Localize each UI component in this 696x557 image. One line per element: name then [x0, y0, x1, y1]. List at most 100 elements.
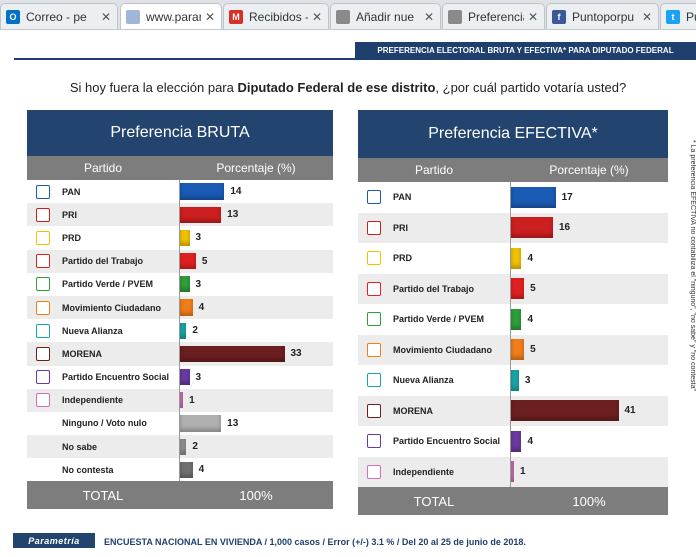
browser-tab-label: Puntoporpu [572, 10, 635, 24]
pri-logo [36, 207, 50, 222]
table-preferencia-bruta: Preferencia BRUTA Partido Porcentaje (%) PA… [27, 110, 333, 510]
twitter-icon: t [666, 10, 680, 24]
percent-cell: 4 [510, 304, 668, 335]
question-text-pre: Si hoy fuera la elección para [69, 80, 238, 95]
party-cell: No contesta [27, 458, 179, 481]
percent-bar [180, 345, 285, 363]
browser-tab[interactable]: O Correo - pe ✕ [0, 3, 118, 29]
table-row: Partido Verde / PVEM 4 [358, 304, 668, 335]
total-label: TOTAL [413, 493, 455, 509]
party-cell: MORENA [27, 342, 179, 365]
column-header-percent: Porcentaje (%) [216, 161, 296, 175]
percent-cell: 2 [179, 319, 333, 343]
party-name: No sabe [62, 441, 98, 452]
browser-tab[interactable]: Añadir nue ✕ [330, 3, 441, 29]
percent-bar [511, 247, 522, 269]
close-icon[interactable]: ✕ [641, 10, 653, 24]
close-icon[interactable]: ✕ [204, 10, 216, 24]
browser-tab[interactable]: f Puntoporpu ✕ [546, 3, 659, 29]
percent-bar [511, 400, 619, 422]
morena-logo [367, 403, 381, 418]
table-row: PRI 16 [358, 212, 668, 244]
percent-cell: 4 [510, 243, 668, 274]
percent-value: 4 [527, 252, 534, 264]
party-cell: Independiente [358, 457, 510, 488]
independiente-logo [36, 393, 50, 408]
close-icon[interactable]: ✕ [100, 10, 112, 24]
percent-bar [511, 186, 556, 208]
party-cell: Partido Verde / PVEM [358, 304, 510, 335]
percent-cell: 5 [179, 249, 333, 273]
outlook-icon: O [6, 10, 20, 24]
party-name: PRI [62, 209, 78, 220]
percent-cell: 1 [179, 388, 333, 412]
table-row: Ninguno / Voto nulo 13 [27, 411, 333, 436]
browser-tab[interactable]: t Pun [660, 3, 696, 29]
logo-placeholder [36, 416, 50, 430]
percent-value: 4 [527, 435, 534, 447]
browser-tab-label: Añadir nue [356, 10, 415, 24]
party-name: PRD [62, 232, 82, 243]
table-row: PRD 4 [358, 243, 668, 274]
browser-tab[interactable]: www.paramet✕ [120, 3, 222, 29]
column-header-party: Partido [83, 161, 123, 175]
column-header-party: Partido [414, 163, 454, 177]
party-cell: Nueva Alianza [358, 365, 510, 396]
party-cell: PAN [27, 180, 179, 203]
party-cell: PAN [358, 182, 510, 213]
party-name: No contesta [62, 464, 114, 475]
percent-bar [180, 276, 190, 293]
percent-cell: 1 [510, 456, 668, 487]
pes-logo [36, 370, 50, 385]
pt-logo [36, 254, 50, 269]
party-name: MORENA [62, 348, 102, 359]
morena-logo [36, 346, 50, 361]
percent-cell: 3 [179, 226, 333, 250]
percent-value: 33 [290, 348, 302, 360]
survey-question: Si hoy fuera la elección para Diputado F… [0, 80, 696, 95]
logo-placeholder [36, 440, 50, 454]
table-row: Independiente 1 [358, 456, 668, 488]
percent-value: 13 [227, 209, 239, 221]
party-name: Movimiento Ciudadano [393, 344, 492, 355]
table-row: PRI 13 [27, 203, 333, 227]
pri-logo [367, 220, 381, 235]
pvem-logo [36, 277, 50, 292]
party-name: Independiente [393, 466, 455, 477]
party-name: PAN [393, 192, 412, 203]
prd-logo [367, 251, 381, 266]
party-name: Partido Encuentro Social [393, 436, 501, 447]
close-icon[interactable]: ✕ [527, 10, 539, 24]
percent-bar [511, 217, 553, 239]
party-cell: PRI [358, 213, 510, 244]
logo-text: Parametría [28, 535, 80, 546]
percent-bar [180, 183, 225, 200]
percent-bar [180, 368, 190, 386]
percent-bar [511, 430, 522, 452]
percent-bar [180, 206, 222, 223]
percent-bar [180, 299, 193, 316]
page-icon [448, 10, 462, 24]
table-total-row: TOTAL 100% [358, 487, 668, 515]
browser-tab[interactable]: M Recibidos - ✕ [223, 3, 329, 29]
side-footnote: * La preferencia EFECTIVA no contabiliza… [689, 140, 696, 391]
question-text-bold: Diputado Federal de ese distrito [237, 80, 436, 95]
party-cell: Partido del Trabajo [358, 274, 510, 305]
table-row: Movimiento Ciudadano 4 [27, 295, 333, 320]
percent-cell: 13 [179, 203, 333, 227]
close-icon[interactable]: ✕ [423, 10, 435, 24]
table-row: MORENA 33 [27, 342, 333, 366]
percent-bar [511, 308, 522, 330]
percent-cell: 3 [179, 272, 333, 296]
browser-tab[interactable]: Preferencia ✕ [442, 3, 545, 29]
browser-tab-label: Pun [686, 10, 696, 24]
close-icon[interactable]: ✕ [311, 10, 323, 24]
table-row: PAN 17 [358, 182, 668, 213]
mc-logo [367, 342, 381, 357]
percent-cell: 17 [510, 182, 668, 213]
pan-logo [36, 184, 50, 199]
percent-value: 17 [561, 191, 573, 203]
table-row: No contesta 4 [27, 458, 333, 482]
column-header-percent: Porcentaje (%) [549, 163, 629, 177]
percent-bar [180, 415, 222, 432]
